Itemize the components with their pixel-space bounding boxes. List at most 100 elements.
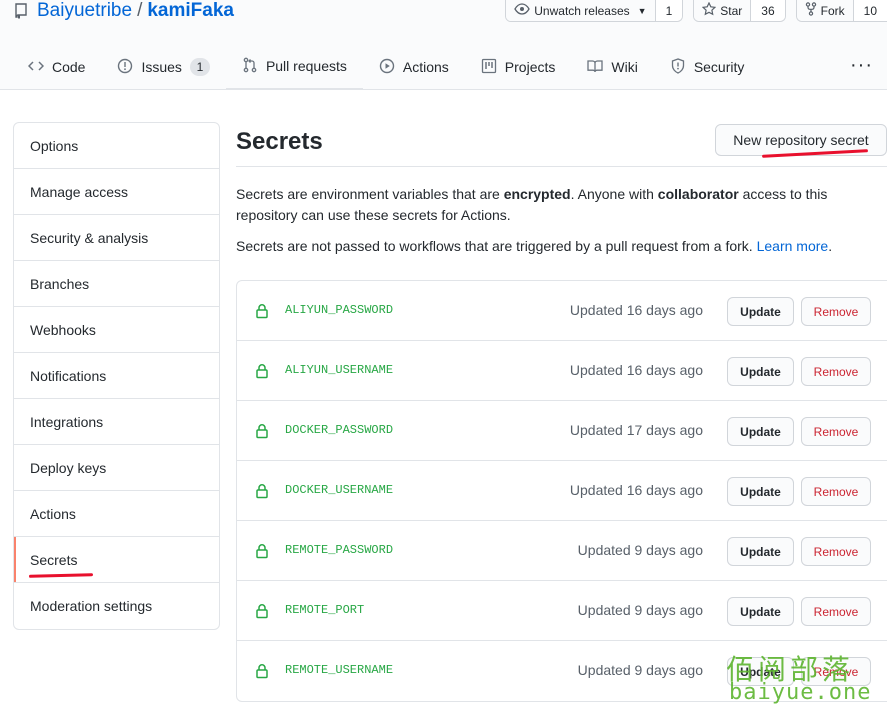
lock-icon	[255, 603, 269, 619]
update-button[interactable]: Update	[727, 597, 794, 626]
fork-button[interactable]: Fork	[796, 0, 853, 21]
sidebar-item-notifications[interactable]: Notifications	[14, 353, 219, 399]
issue-icon	[117, 58, 133, 77]
fork-notice: Secrets are not passed to workflows that…	[236, 236, 887, 257]
fork-notice-text: Secrets are not passed to workflows that…	[236, 238, 753, 254]
star-button-group: Star 36	[693, 0, 786, 22]
star-label: Star	[720, 3, 743, 18]
update-button[interactable]: Update	[727, 537, 794, 566]
tab-label: Security	[693, 59, 745, 75]
remove-button[interactable]: Remove	[801, 297, 871, 326]
secret-updated: Updated 9 days ago	[577, 602, 703, 618]
pull-request-icon	[242, 57, 258, 76]
remove-button[interactable]: Remove	[801, 597, 871, 626]
secrets-description: Secrets are environment variables that a…	[236, 184, 887, 226]
repo-header: Baiyuetribe / kamiFaka Unwatch releases …	[0, 0, 887, 90]
remove-button[interactable]: Remove	[801, 357, 871, 386]
update-button[interactable]: Update	[727, 297, 794, 326]
repo-actions: Unwatch releases ▼ 1 Star 36 Fork 10	[505, 0, 887, 22]
secret-name: REMOTE_PORT	[285, 603, 365, 617]
secret-name: DOCKER_USERNAME	[285, 483, 394, 497]
fork-notice-end: .	[828, 238, 833, 254]
secret-row: DOCKER_PASSWORD Updated 17 days ago Update…	[237, 401, 887, 461]
star-button[interactable]: Star	[694, 0, 751, 21]
tab-security[interactable]: Security	[654, 44, 761, 90]
issues-counter: 1	[189, 58, 210, 76]
watch-label: Unwatch releases	[534, 3, 630, 18]
desc-text: . Anyone with	[570, 186, 658, 202]
lock-icon	[255, 423, 269, 439]
secrets-list: ALIYUN_PASSWORD Updated 16 days ago Update…	[236, 280, 887, 702]
desc-text: Secrets are environment variables that a…	[236, 186, 504, 202]
sidebar-item-security-analysis[interactable]: Security & analysis	[14, 215, 219, 261]
remove-button[interactable]: Remove	[801, 417, 871, 446]
fork-count[interactable]: 10	[852, 0, 887, 21]
secret-row: REMOTE_PASSWORD Updated 9 days ago Update R…	[237, 521, 887, 581]
secret-row: ALIYUN_USERNAME Updated 16 days ago Update…	[237, 341, 887, 401]
tab-label: Actions	[402, 59, 449, 75]
desc-bold-collaborator: collaborator	[657, 186, 739, 202]
repo-name-link[interactable]: kamiFaka	[147, 0, 234, 22]
secret-row: DOCKER_USERNAME Updated 16 days ago Update…	[237, 461, 887, 521]
lock-icon	[255, 363, 269, 379]
sidebar-item-actions[interactable]: Actions	[14, 491, 219, 537]
secret-updated: Updated 16 days ago	[569, 302, 703, 318]
tab-code[interactable]: Code	[14, 44, 101, 90]
sidebar-item-branches[interactable]: Branches	[14, 261, 219, 307]
desc-bold-encrypted: encrypted	[503, 186, 571, 202]
secret-updated: Updated 17 days ago	[569, 422, 703, 438]
play-icon	[379, 58, 395, 77]
sidebar-item-webhooks[interactable]: Webhooks	[14, 307, 219, 353]
secret-name: REMOTE_PASSWORD	[285, 543, 394, 557]
more-options-icon[interactable]: ···	[850, 54, 873, 77]
update-button[interactable]: Update	[727, 417, 794, 446]
star-icon	[701, 1, 717, 19]
tab-label: Projects	[504, 59, 556, 75]
learn-more-link[interactable]: Learn more	[757, 238, 829, 254]
tab-actions[interactable]: Actions	[363, 44, 465, 90]
tab-wiki[interactable]: Wiki	[571, 44, 653, 90]
book-icon	[587, 59, 604, 76]
repo-owner-link[interactable]: Baiyuetribe	[37, 0, 132, 22]
repo-tabs: Code Issues 1 Pull requests Actions Proj…	[14, 44, 760, 90]
caret-down-icon: ▼	[637, 5, 647, 16]
tab-label: Pull requests	[265, 58, 347, 74]
tab-label: Wiki	[611, 59, 638, 75]
tab-label: Issues	[141, 59, 182, 75]
page-title: Secrets	[236, 128, 323, 155]
lock-icon	[255, 543, 269, 559]
update-button[interactable]: Update	[727, 357, 794, 386]
tab-pull-requests[interactable]: Pull requests	[225, 44, 363, 90]
sidebar-item-deploy-keys[interactable]: Deploy keys	[14, 445, 219, 491]
watch-count[interactable]: 1	[654, 0, 683, 21]
tab-label: Code	[52, 59, 86, 75]
title-divider	[236, 166, 887, 167]
secret-name: DOCKER_PASSWORD	[285, 423, 394, 437]
repo-separator: /	[137, 0, 143, 21]
watermark-en: baiyue.one	[729, 680, 872, 705]
watch-button[interactable]: Unwatch releases ▼	[506, 0, 655, 21]
watermark-logo: 佰阅部落 baiyue.one	[726, 648, 886, 706]
secret-name: REMOTE_USERNAME	[285, 663, 394, 677]
sidebar-item-manage-access[interactable]: Manage access	[14, 169, 219, 215]
sidebar-item-options[interactable]: Options	[14, 123, 219, 169]
project-icon	[481, 58, 497, 77]
star-count[interactable]: 36	[750, 0, 785, 21]
sidebar-item-moderation-settings[interactable]: Moderation settings	[14, 583, 219, 629]
secret-updated: Updated 9 days ago	[577, 542, 703, 558]
lock-icon	[255, 303, 269, 319]
secret-name: ALIYUN_USERNAME	[285, 363, 394, 377]
secret-name: ALIYUN_PASSWORD	[285, 303, 394, 317]
remove-button[interactable]: Remove	[801, 537, 871, 566]
update-button[interactable]: Update	[727, 477, 794, 506]
remove-button[interactable]: Remove	[801, 477, 871, 506]
lock-icon	[255, 663, 269, 679]
code-icon	[27, 59, 45, 75]
secret-row: ALIYUN_PASSWORD Updated 16 days ago Update…	[237, 281, 887, 341]
tab-projects[interactable]: Projects	[465, 44, 572, 90]
sidebar-item-integrations[interactable]: Integrations	[14, 399, 219, 445]
settings-sidebar: Options Manage access Security & analysi…	[13, 122, 220, 630]
fork-icon	[805, 2, 817, 19]
tab-issues[interactable]: Issues 1	[101, 44, 225, 90]
secret-updated: Updated 9 days ago	[577, 662, 703, 678]
